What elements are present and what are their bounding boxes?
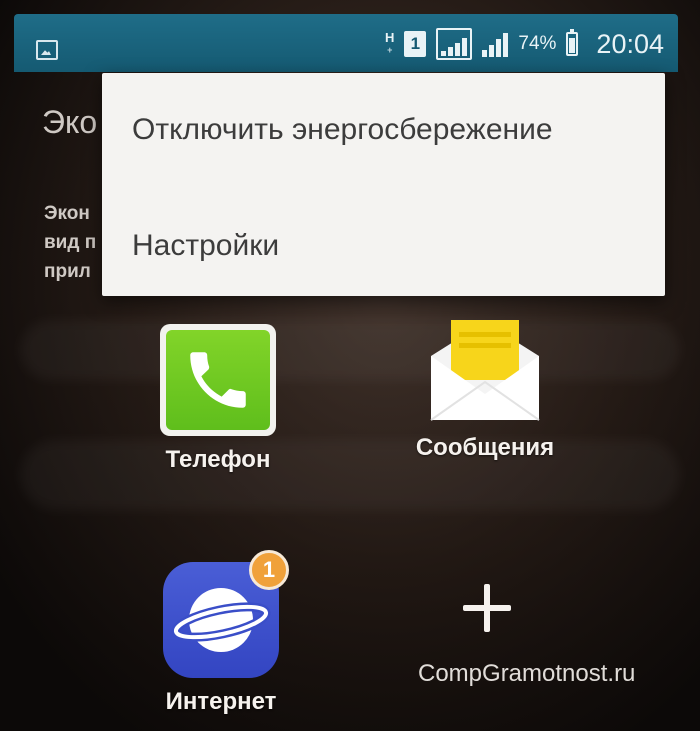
network-type-text: H	[385, 30, 395, 45]
app-internet[interactable]: 1 Интернет	[148, 550, 294, 716]
signal-strength-icon	[482, 31, 509, 57]
status-bar: H + 1 74% 20:04	[14, 14, 678, 72]
background-band	[20, 320, 680, 380]
watermark: CompGramotnost.ru	[418, 660, 636, 687]
phone-screen: H + 1 74% 20:04 Эко Экон вид п прил Откл…	[0, 0, 700, 731]
plus-icon[interactable]	[459, 580, 515, 636]
background-title: Эко	[42, 104, 98, 140]
background-text-line: вид п	[44, 232, 97, 253]
app-label: Интернет	[165, 688, 277, 715]
battery-icon	[566, 29, 579, 56]
internet-icon: 1	[163, 550, 289, 678]
app-label: Телефон	[165, 446, 271, 473]
app-phone[interactable]: Телефон	[148, 324, 288, 474]
phone-icon	[160, 324, 276, 436]
network-type-indicator: H +	[385, 30, 395, 56]
messages-icon	[429, 316, 541, 424]
app-messages[interactable]: Сообщения	[400, 316, 570, 462]
sim-slot-badge: 1	[404, 31, 427, 57]
network-activity-text: +	[387, 45, 393, 55]
clock: 20:04	[596, 28, 664, 59]
settings-menu-item[interactable]: Настройки	[132, 229, 279, 263]
background-text-line: Экон	[44, 203, 90, 224]
background-text-line: прил	[44, 261, 91, 282]
popup-menu: Отключить энергосбережение Настройки	[102, 73, 665, 296]
image-notification-icon	[36, 40, 58, 60]
notification-badge: 1	[249, 550, 289, 590]
status-indicators: H + 1 74% 20:04	[385, 24, 664, 64]
battery-percent: 74%	[518, 33, 557, 54]
signal-strength-icon	[436, 28, 473, 60]
disable-power-saving-menu-item[interactable]: Отключить энергосбережение	[132, 113, 553, 147]
app-label: Сообщения	[415, 434, 555, 461]
background-band	[20, 440, 680, 510]
